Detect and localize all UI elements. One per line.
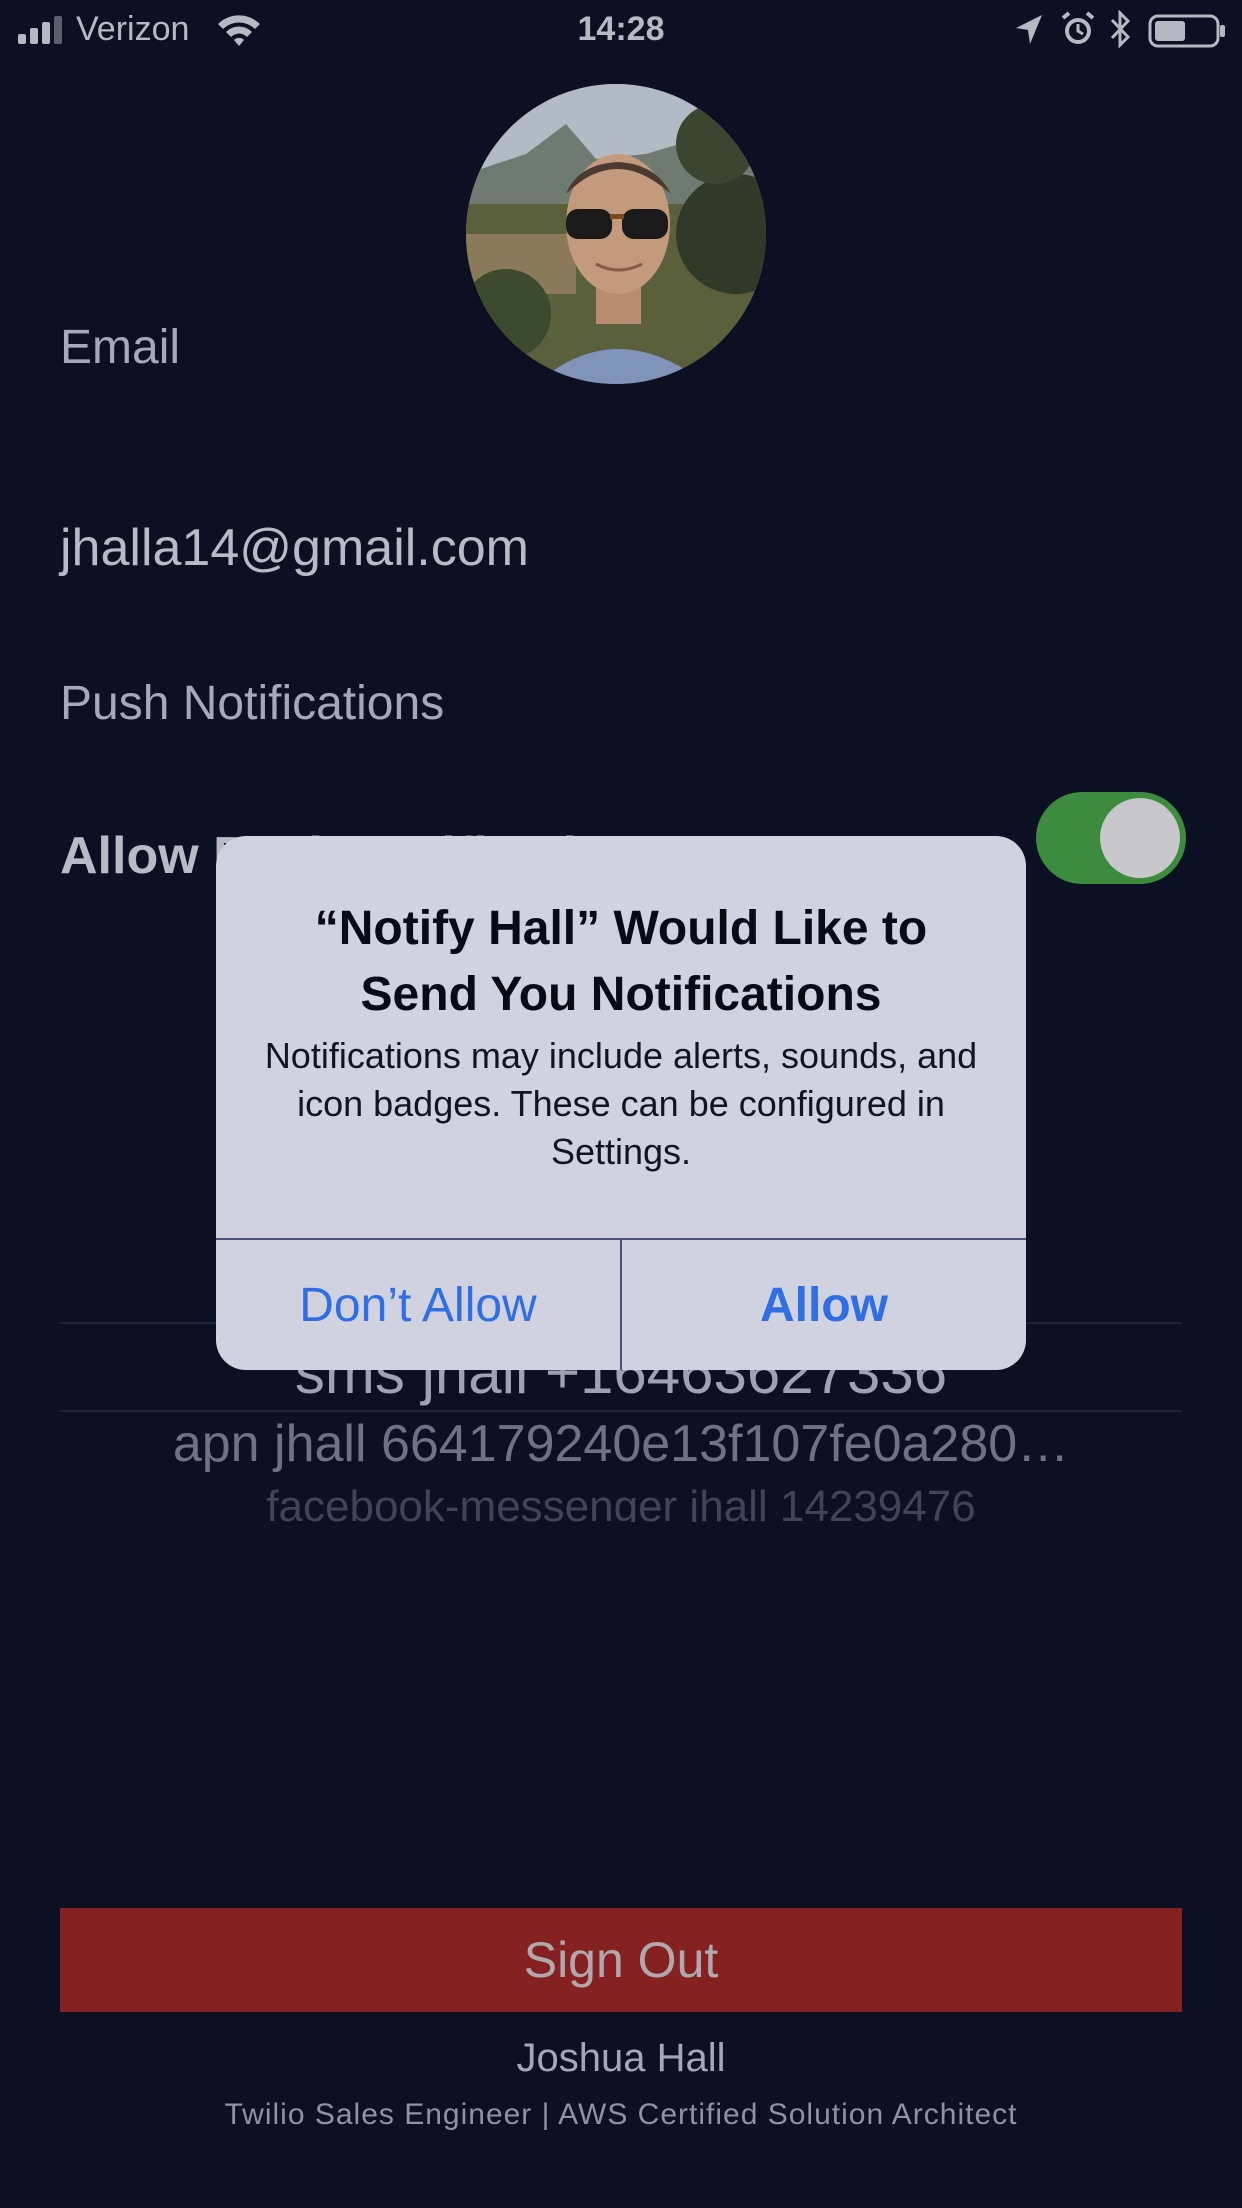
- alert-message: Notifications may include alerts, sounds…: [264, 1035, 978, 1172]
- status-bar: Verizon 14:28: [0, 0, 1242, 60]
- toggle-knob: [1100, 798, 1180, 878]
- alarm-clock-icon: [1061, 11, 1095, 44]
- footer-name: Joshua Hall: [516, 2036, 726, 2080]
- email-label: Email: [60, 321, 181, 374]
- email-value: jhalla14@gmail.com: [60, 519, 529, 577]
- sign-out-button[interactable]: Sign Out: [60, 1908, 1182, 2012]
- footer-title: Twilio Sales Engineer | AWS Certified So…: [224, 2098, 1018, 2131]
- profile-photo: [466, 84, 766, 384]
- alert-title: “Notify Hall” Would Like to Send You Not…: [314, 902, 928, 1021]
- picker-item[interactable]: facebook-messenger jhall 14239476: [60, 1482, 1182, 1522]
- location-arrow-icon: [1016, 15, 1042, 44]
- push-notifications-label: Push Notifications: [60, 677, 445, 730]
- allow-push-notifications-toggle[interactable]: [1036, 792, 1186, 884]
- screen: Verizon 14:28 Email jhalla14@gmail.com P…: [0, 0, 1242, 2208]
- avatar: [466, 84, 766, 384]
- bluetooth-icon: [1110, 10, 1131, 48]
- picker-item[interactable]: apn jhall 664179240e13f107fe0a280…: [60, 1414, 1182, 1474]
- battery-icon: [1148, 14, 1225, 48]
- status-time: 14:28: [577, 10, 665, 48]
- notification-permission-alert: “Notify Hall” Would Like to Send You Not…: [216, 836, 1026, 1370]
- allow-button[interactable]: Allow: [622, 1240, 1026, 1370]
- picker-divider-bottom: [60, 1410, 1182, 1412]
- dont-allow-button[interactable]: Don’t Allow: [216, 1240, 620, 1370]
